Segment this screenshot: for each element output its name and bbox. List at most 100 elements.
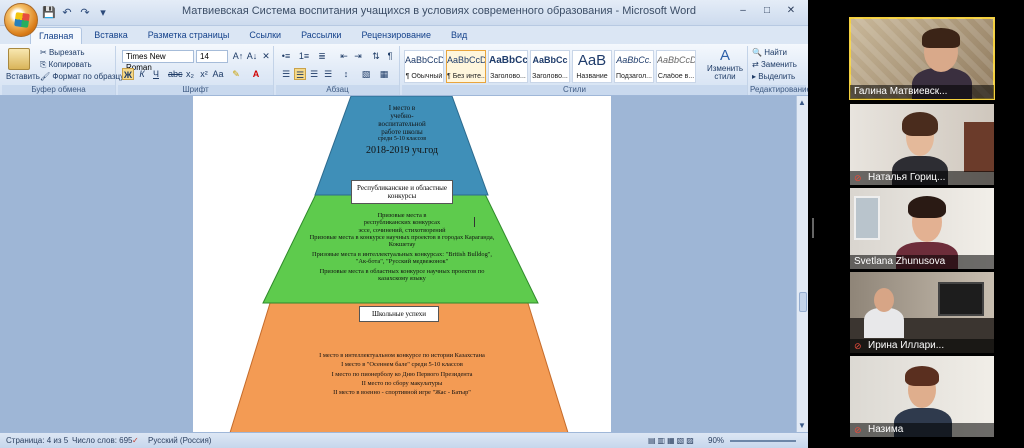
video-panel: Галина Матвиевск... ⊘ Наталья Гориц... S… xyxy=(808,0,1024,448)
middle-tier-line: Призовые места в интеллектуальных конкур… xyxy=(311,250,492,266)
change-styles-button[interactable]: A Изменить стили xyxy=(704,47,746,82)
minimize-button[interactable]: – xyxy=(732,3,754,19)
participant-hair xyxy=(922,28,960,48)
participant-tile[interactable]: ⊘ Ирина Иллари... xyxy=(850,272,994,353)
editing-group-label: Редактирование xyxy=(750,85,808,95)
shading-icon[interactable]: ▧ xyxy=(360,68,372,80)
change-case-icon[interactable]: Aa xyxy=(212,68,224,80)
bullets-icon[interactable]: •≡ xyxy=(280,50,292,62)
find-button[interactable]: 🔍 Найти xyxy=(752,48,787,57)
cut-button[interactable]: ✂ Вырезать xyxy=(40,48,85,57)
editing-group: 🔍 Найти ⇄ Заменить ▸ Выделить Редактиров… xyxy=(750,46,808,95)
style-heading1[interactable]: AaBbCc Заголово... xyxy=(488,50,528,83)
restore-button[interactable]: □ xyxy=(756,3,778,19)
tab-insert[interactable]: Вставка xyxy=(86,27,135,45)
vertical-scrollbar[interactable]: ▲ ▼ xyxy=(796,96,808,432)
document-page[interactable]: I место в учебно- воспитательной работе … xyxy=(193,96,611,432)
font-color-icon[interactable]: A xyxy=(250,68,262,80)
replace-button[interactable]: ⇄ Заменить xyxy=(752,60,797,69)
tab-mailings[interactable]: Рассылки xyxy=(293,27,349,45)
tab-page-layout[interactable]: Разметка страницы xyxy=(140,27,238,45)
office-button[interactable] xyxy=(4,3,38,37)
zoom-level[interactable]: 90% xyxy=(708,436,724,445)
redo-icon[interactable]: ↷ xyxy=(78,6,92,20)
scroll-up-icon[interactable]: ▲ xyxy=(798,98,806,107)
align-left-icon[interactable]: ☰ xyxy=(280,68,292,80)
participant-tile[interactable]: Галина Матвиевск... xyxy=(849,17,995,100)
select-label: Выделить xyxy=(758,72,796,81)
select-button[interactable]: ▸ Выделить xyxy=(752,72,795,81)
style-name: Заголово... xyxy=(532,73,568,80)
subscript-icon[interactable]: x₂ xyxy=(184,68,196,80)
strikethrough-icon[interactable]: abc xyxy=(168,68,183,80)
tab-review[interactable]: Рецензирование xyxy=(353,27,439,45)
borders-icon[interactable]: ▦ xyxy=(378,68,390,80)
participant-name-bar: ⊘ Назима xyxy=(850,423,994,437)
page-indicator[interactable]: Страница: 4 из 5 xyxy=(6,436,68,445)
close-button[interactable]: ✕ xyxy=(780,3,802,19)
zoom-slider[interactable] xyxy=(730,440,796,442)
style-heading2[interactable]: AaBbCc Заголово... xyxy=(530,50,570,83)
top-tier-line: работе школы xyxy=(381,128,423,137)
numbering-icon[interactable]: 1≡ xyxy=(298,50,310,62)
tab-references[interactable]: Ссылки xyxy=(241,27,289,45)
middle-tier-line: Призовые места в областных конкурсе науч… xyxy=(319,267,485,282)
style-title[interactable]: AaB Название xyxy=(572,50,612,83)
bottom-tier-line: I место в "Осеннем бале" среди 5-10 клас… xyxy=(341,361,463,369)
decrease-indent-icon[interactable]: ⇤ xyxy=(338,50,350,62)
show-marks-icon[interactable]: ¶ xyxy=(384,50,396,62)
replace-label: Заменить xyxy=(760,60,797,69)
clear-format-icon[interactable]: ✕ xyxy=(260,50,272,62)
find-label: Найти xyxy=(764,48,788,57)
copy-button[interactable]: ⎘ Копировать xyxy=(40,60,92,70)
language-indicator[interactable]: Русский (Россия) xyxy=(148,436,211,445)
style-sample: AaBbCc xyxy=(532,55,568,65)
participant-name: Наталья Гориц... xyxy=(868,172,946,183)
panel-divider[interactable] xyxy=(812,218,814,238)
shrink-font-icon[interactable]: A↓ xyxy=(246,50,258,62)
document-area[interactable]: I место в учебно- воспитательной работе … xyxy=(0,96,796,432)
paste-button[interactable]: Вставить xyxy=(6,72,40,81)
participant-tile[interactable]: ⊘ Наталья Гориц... xyxy=(850,104,994,185)
view-buttons[interactable]: ▤▥▦▧▨ xyxy=(648,436,696,445)
tab-home[interactable]: Главная xyxy=(30,27,83,45)
style-sample: AaBbCcDc xyxy=(447,55,485,65)
increase-indent-icon[interactable]: ⇥ xyxy=(352,50,364,62)
sort-icon[interactable]: ⇅ xyxy=(370,50,382,62)
font-name-combo[interactable]: Times New Roman xyxy=(122,50,194,72)
word-count[interactable]: Число слов: 695 xyxy=(72,436,132,445)
participant-tile[interactable]: Svetlana Zhunusova xyxy=(850,188,994,269)
multilevel-list-icon[interactable]: ≣ xyxy=(316,50,328,62)
line-spacing-icon[interactable]: ↕ xyxy=(340,68,352,80)
scroll-down-icon[interactable]: ▼ xyxy=(798,421,806,430)
spellcheck-icon[interactable]: ✓ xyxy=(132,436,139,445)
save-icon[interactable]: 💾 xyxy=(42,6,56,20)
style-subtle-emphasis[interactable]: AaBbCcDc Слабое в... xyxy=(656,50,696,83)
align-right-icon[interactable]: ☰ xyxy=(308,68,320,80)
customize-qat-icon[interactable]: ▾ xyxy=(96,6,110,20)
tab-view[interactable]: Вид xyxy=(443,27,475,45)
justify-icon[interactable]: ☰ xyxy=(322,68,334,80)
underline-button[interactable]: Ч xyxy=(150,68,162,80)
align-center-icon[interactable]: ☰ xyxy=(294,68,306,80)
style-subtitle[interactable]: AaBbCc. Подзагол... xyxy=(614,50,654,83)
participant-hair xyxy=(905,366,939,386)
scrollbar-thumb[interactable] xyxy=(799,292,807,312)
style-no-spacing[interactable]: AaBbCcDc ¶ Без инте... xyxy=(446,50,486,83)
grow-font-icon[interactable]: A↑ xyxy=(232,50,244,62)
paste-icon[interactable] xyxy=(8,48,30,70)
format-painter-button[interactable]: 🖌 Формат по образцу xyxy=(40,72,124,81)
font-size-combo[interactable]: 14 xyxy=(196,50,228,63)
undo-icon[interactable]: ↶ xyxy=(60,6,74,20)
highlight-icon[interactable]: ✎ xyxy=(230,68,242,80)
superscript-icon[interactable]: x² xyxy=(198,68,210,80)
clipboard-group: Вставить ✂ Вырезать ⎘ Копировать 🖌 Форма… xyxy=(2,46,124,95)
italic-button[interactable]: К xyxy=(136,68,148,80)
change-styles-label: Изменить стили xyxy=(706,63,744,82)
style-name: ¶ Без инте... xyxy=(447,73,485,80)
bold-button[interactable]: Ж xyxy=(122,68,134,80)
participant-tile[interactable]: ⊘ Назима xyxy=(850,356,994,437)
participant-name: Галина Матвиевск... xyxy=(850,85,994,99)
bottom-tier-line: II место в военно - спортивной игре "Жас… xyxy=(333,389,471,397)
style-normal[interactable]: AaBbCcDc ¶ Обычный xyxy=(404,50,444,83)
